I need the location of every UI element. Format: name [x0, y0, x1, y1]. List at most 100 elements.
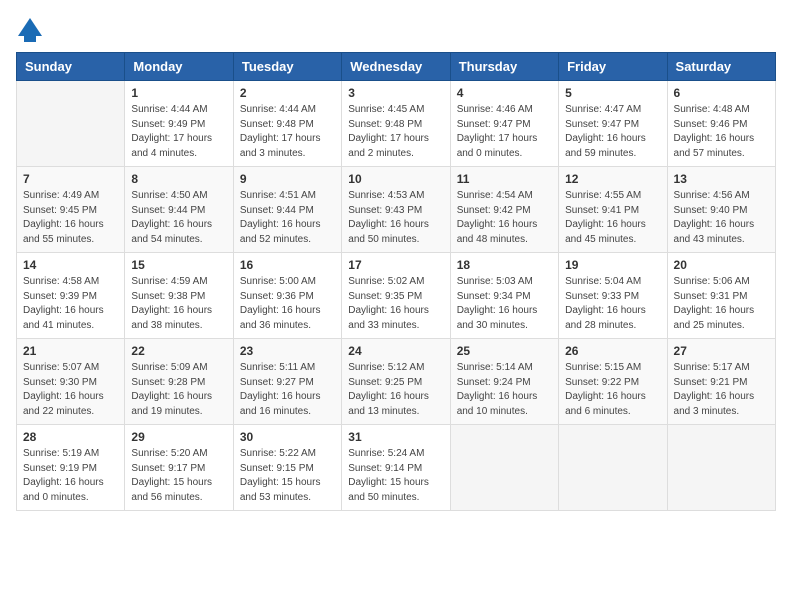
header-monday: Monday: [125, 53, 233, 81]
day-info: Sunrise: 4:47 AM Sunset: 9:47 PM Dayligh…: [565, 103, 660, 161]
day-cell: [17, 81, 125, 167]
day-info: Sunrise: 5:03 AM Sunset: 9:34 PM Dayligh…: [457, 275, 552, 333]
day-number: 12: [565, 172, 660, 186]
day-cell: [667, 425, 775, 511]
day-number: 21: [23, 344, 118, 358]
day-info: Sunrise: 5:14 AM Sunset: 9:24 PM Dayligh…: [457, 361, 552, 419]
day-cell: 27Sunrise: 5:17 AM Sunset: 9:21 PM Dayli…: [667, 339, 775, 425]
day-number: 30: [240, 430, 335, 444]
day-number: 1: [131, 86, 226, 100]
day-number: 15: [131, 258, 226, 272]
week-row-4: 21Sunrise: 5:07 AM Sunset: 9:30 PM Dayli…: [17, 339, 776, 425]
day-cell: 6 Sunrise: 4:48 AM Sunset: 9:46 PM Daylig…: [667, 81, 775, 167]
day-number: 9: [240, 172, 335, 186]
day-number: 7: [23, 172, 118, 186]
day-cell: 8 Sunrise: 4:50 AM Sunset: 9:44 PM Daylig…: [125, 167, 233, 253]
day-cell: 11 Sunrise: 4:54 AM Sunset: 9:42 PM Dayli…: [450, 167, 558, 253]
day-info: Sunrise: 4:49 AM Sunset: 9:45 PM Dayligh…: [23, 189, 118, 247]
day-cell: 16 Sunrise: 5:00 AM Sunset: 9:36 PM Dayli…: [233, 253, 341, 339]
day-cell: 31 Sunrise: 5:24 AM Sunset: 9:14 PM Dayli…: [342, 425, 450, 511]
day-info: Sunrise: 5:11 AM Sunset: 9:27 PM Dayligh…: [240, 361, 335, 419]
day-number: 8: [131, 172, 226, 186]
day-info: Sunrise: 4:53 AM Sunset: 9:43 PM Dayligh…: [348, 189, 443, 247]
day-cell: 14 Sunrise: 4:58 AM Sunset: 9:39 PM Dayli…: [17, 253, 125, 339]
calendar-table: SundayMondayTuesdayWednesdayThursdayFrid…: [16, 52, 776, 511]
day-info: Sunrise: 5:20 AM Sunset: 9:17 PM Dayligh…: [131, 447, 226, 505]
logo: [16, 16, 48, 44]
day-cell: 17 Sunrise: 5:02 AM Sunset: 9:35 PM Dayli…: [342, 253, 450, 339]
header-saturday: Saturday: [667, 53, 775, 81]
day-cell: 1 Sunrise: 4:44 AM Sunset: 9:49 PM Daylig…: [125, 81, 233, 167]
day-cell: 21Sunrise: 5:07 AM Sunset: 9:30 PM Dayli…: [17, 339, 125, 425]
day-number: 18: [457, 258, 552, 272]
day-info: Sunrise: 5:02 AM Sunset: 9:35 PM Dayligh…: [348, 275, 443, 333]
day-cell: 13 Sunrise: 4:56 AM Sunset: 9:40 PM Dayli…: [667, 167, 775, 253]
day-info: Sunrise: 4:48 AM Sunset: 9:46 PM Dayligh…: [674, 103, 769, 161]
day-info: Sunrise: 5:06 AM Sunset: 9:31 PM Dayligh…: [674, 275, 769, 333]
day-number: 16: [240, 258, 335, 272]
day-cell: 28 Sunrise: 5:19 AM Sunset: 9:19 PM Dayli…: [17, 425, 125, 511]
day-number: 19: [565, 258, 660, 272]
day-info: Sunrise: 5:00 AM Sunset: 9:36 PM Dayligh…: [240, 275, 335, 333]
day-cell: 7 Sunrise: 4:49 AM Sunset: 9:45 PM Daylig…: [17, 167, 125, 253]
day-cell: 2Sunrise: 4:44 AM Sunset: 9:48 PM Daylig…: [233, 81, 341, 167]
day-info: Sunrise: 5:19 AM Sunset: 9:19 PM Dayligh…: [23, 447, 118, 505]
day-info: Sunrise: 4:56 AM Sunset: 9:40 PM Dayligh…: [674, 189, 769, 247]
day-info: Sunrise: 4:44 AM Sunset: 9:49 PM Dayligh…: [131, 103, 226, 161]
day-number: 24: [348, 344, 443, 358]
day-cell: 4 Sunrise: 4:46 AM Sunset: 9:47 PM Daylig…: [450, 81, 558, 167]
day-info: Sunrise: 4:58 AM Sunset: 9:39 PM Dayligh…: [23, 275, 118, 333]
header-row: SundayMondayTuesdayWednesdayThursdayFrid…: [17, 53, 776, 81]
day-cell: [559, 425, 667, 511]
day-info: Sunrise: 5:22 AM Sunset: 9:15 PM Dayligh…: [240, 447, 335, 505]
day-info: Sunrise: 4:51 AM Sunset: 9:44 PM Dayligh…: [240, 189, 335, 247]
day-number: 23: [240, 344, 335, 358]
day-number: 6: [674, 86, 769, 100]
day-number: 22: [131, 344, 226, 358]
page-header: [16, 16, 776, 44]
day-info: Sunrise: 4:59 AM Sunset: 9:38 PM Dayligh…: [131, 275, 226, 333]
header-thursday: Thursday: [450, 53, 558, 81]
day-number: 13: [674, 172, 769, 186]
day-number: 11: [457, 172, 552, 186]
day-cell: 26 Sunrise: 5:15 AM Sunset: 9:22 PM Dayli…: [559, 339, 667, 425]
day-info: Sunrise: 5:12 AM Sunset: 9:25 PM Dayligh…: [348, 361, 443, 419]
day-info: Sunrise: 4:54 AM Sunset: 9:42 PM Dayligh…: [457, 189, 552, 247]
day-number: 17: [348, 258, 443, 272]
day-info: Sunrise: 5:15 AM Sunset: 9:22 PM Dayligh…: [565, 361, 660, 419]
day-number: 5: [565, 86, 660, 100]
day-cell: 24 Sunrise: 5:12 AM Sunset: 9:25 PM Dayli…: [342, 339, 450, 425]
day-cell: 22 Sunrise: 5:09 AM Sunset: 9:28 PM Dayli…: [125, 339, 233, 425]
header-friday: Friday: [559, 53, 667, 81]
day-cell: 25 Sunrise: 5:14 AM Sunset: 9:24 PM Dayli…: [450, 339, 558, 425]
day-info: Sunrise: 5:09 AM Sunset: 9:28 PM Dayligh…: [131, 361, 226, 419]
day-number: 26: [565, 344, 660, 358]
week-row-2: 7 Sunrise: 4:49 AM Sunset: 9:45 PM Daylig…: [17, 167, 776, 253]
day-number: 3: [348, 86, 443, 100]
day-cell: [450, 425, 558, 511]
day-cell: 9 Sunrise: 4:51 AM Sunset: 9:44 PM Daylig…: [233, 167, 341, 253]
week-row-1: 1 Sunrise: 4:44 AM Sunset: 9:49 PM Daylig…: [17, 81, 776, 167]
day-info: Sunrise: 4:46 AM Sunset: 9:47 PM Dayligh…: [457, 103, 552, 161]
day-cell: 18 Sunrise: 5:03 AM Sunset: 9:34 PM Dayli…: [450, 253, 558, 339]
day-number: 29: [131, 430, 226, 444]
day-number: 25: [457, 344, 552, 358]
day-cell: 29 Sunrise: 5:20 AM Sunset: 9:17 PM Dayli…: [125, 425, 233, 511]
day-cell: 5 Sunrise: 4:47 AM Sunset: 9:47 PM Daylig…: [559, 81, 667, 167]
day-cell: 23 Sunrise: 5:11 AM Sunset: 9:27 PM Dayli…: [233, 339, 341, 425]
day-number: 20: [674, 258, 769, 272]
day-number: 31: [348, 430, 443, 444]
day-number: 4: [457, 86, 552, 100]
week-row-3: 14 Sunrise: 4:58 AM Sunset: 9:39 PM Dayli…: [17, 253, 776, 339]
day-info: Sunrise: 4:50 AM Sunset: 9:44 PM Dayligh…: [131, 189, 226, 247]
day-info: Sunrise: 5:24 AM Sunset: 9:14 PM Dayligh…: [348, 447, 443, 505]
day-number: 10: [348, 172, 443, 186]
day-info: Sunrise: 5:17 AM Sunset: 9:21 PM Dayligh…: [674, 361, 769, 419]
day-number: 28: [23, 430, 118, 444]
day-cell: 20 Sunrise: 5:06 AM Sunset: 9:31 PM Dayli…: [667, 253, 775, 339]
day-info: Sunrise: 5:04 AM Sunset: 9:33 PM Dayligh…: [565, 275, 660, 333]
day-number: 14: [23, 258, 118, 272]
header-sunday: Sunday: [17, 53, 125, 81]
day-cell: 30 Sunrise: 5:22 AM Sunset: 9:15 PM Dayli…: [233, 425, 341, 511]
day-info: Sunrise: 4:55 AM Sunset: 9:41 PM Dayligh…: [565, 189, 660, 247]
